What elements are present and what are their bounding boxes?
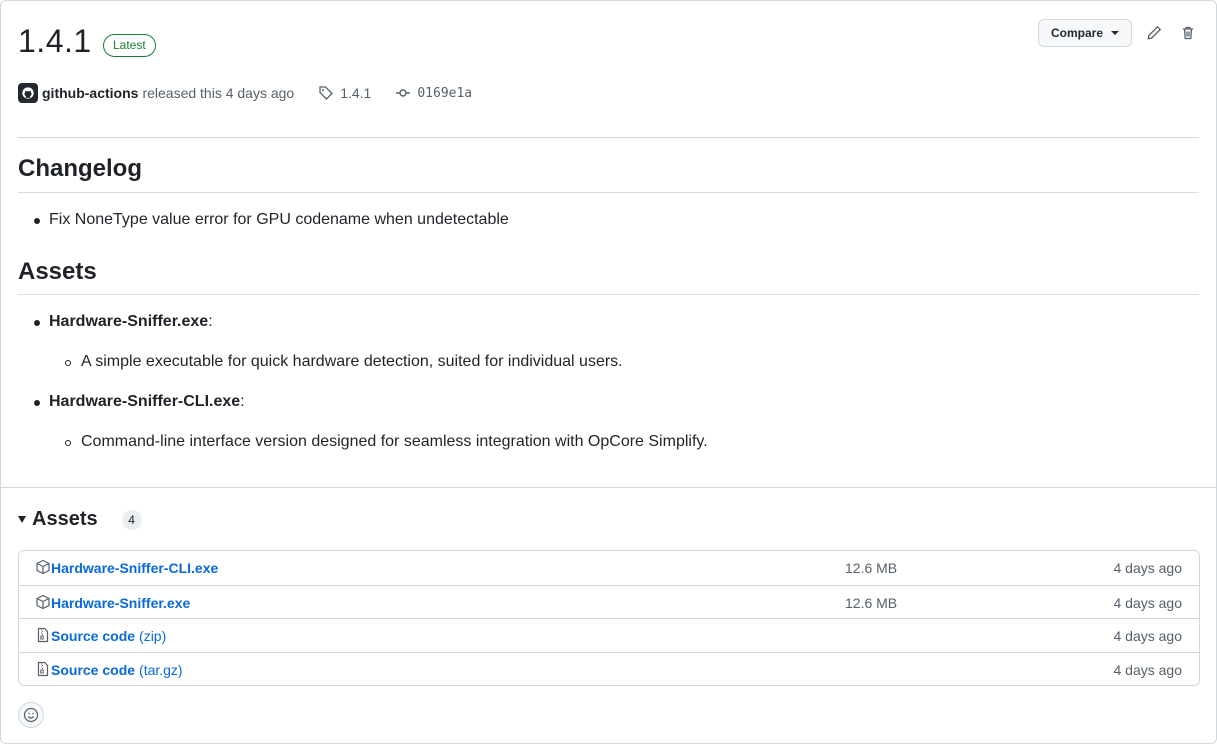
release-meta: github-actions released this 4 days ago … — [18, 83, 472, 103]
author-link[interactable]: github-actions — [42, 85, 138, 101]
github-icon — [22, 87, 34, 99]
asset-note-suffix: : — [240, 393, 245, 410]
sub-bullet — [65, 440, 71, 446]
release-title[interactable]: 1.4.1 — [18, 23, 92, 60]
asset-row: Hardware-Sniffer-CLI.exe 12.6 MB 4 days … — [19, 551, 1199, 585]
header-divider — [18, 137, 1199, 138]
changelog-item: Fix NoneType value error for GPU codenam… — [49, 211, 509, 228]
asset-name: Source code — [51, 628, 136, 644]
caret-down-icon — [1111, 31, 1119, 35]
asset-name: Source code — [51, 661, 136, 678]
asset-name: Hardware-Sniffer.exe — [51, 594, 191, 611]
assets-toggle[interactable]: Assets 4 — [18, 508, 142, 531]
asset-size: 12.6 MB — [845, 594, 898, 611]
assets-count-badge: 4 — [121, 509, 142, 530]
asset-note-desc: A simple executable for quick hardware d… — [81, 353, 623, 370]
file-zip-icon — [37, 627, 49, 643]
asset-date: 4 days ago — [1113, 661, 1183, 678]
compare-label: Compare — [1050, 26, 1103, 40]
bullet — [34, 400, 40, 406]
assets-notes-heading: Assets — [18, 258, 97, 285]
heading-rule — [18, 294, 1199, 295]
asset-link[interactable]: Source code (zip) — [51, 628, 166, 644]
git-commit-icon — [396, 89, 411, 97]
tag-link[interactable]: 1.4.1 — [318, 85, 371, 101]
assets-heading: Assets — [32, 508, 98, 530]
pencil-icon — [1147, 25, 1162, 40]
smiley-icon — [23, 707, 39, 723]
asset-note-name: Hardware-Sniffer.exe — [49, 313, 209, 330]
asset-date: 4 days ago — [1113, 594, 1183, 611]
heading-rule — [18, 192, 1199, 193]
package-icon — [36, 559, 50, 575]
asset-note-desc: Command-line interface version designed … — [81, 433, 708, 450]
trash-icon — [1183, 26, 1193, 40]
sub-bullet — [65, 360, 71, 366]
tag-label: 1.4.1 — [340, 85, 372, 101]
file-zip-icon — [37, 661, 49, 676]
release-card: 1.4.1 Latest Compare github-actions rele… — [0, 0, 1217, 744]
asset-ext: (zip) — [139, 628, 167, 644]
asset-note-item: Hardware-Sniffer-CLI.exe: — [49, 393, 245, 411]
release-actions: Compare — [1037, 19, 1200, 47]
asset-row: Source code (tar.gz) 4 days ago — [19, 651, 1199, 686]
asset-row: Hardware-Sniffer.exe 12.6 MB 4 days ago — [19, 584, 1199, 619]
delete-button[interactable] — [1176, 21, 1200, 45]
section-divider — [1, 487, 1216, 488]
add-reaction-button[interactable] — [18, 702, 44, 728]
edit-button[interactable] — [1142, 21, 1166, 45]
triangle-down-icon — [18, 516, 26, 523]
asset-note-item: Hardware-Sniffer.exe: — [49, 313, 213, 331]
release-header: 1.4.1 Latest Compare github-actions rele… — [1, 1, 1216, 487]
bullet — [34, 218, 40, 224]
avatar[interactable] — [18, 83, 38, 103]
asset-date: 4 days ago — [1113, 628, 1183, 644]
asset-date: 4 days ago — [1113, 560, 1183, 576]
released-text: released this 4 days ago — [142, 85, 295, 101]
asset-note-suffix: : — [208, 313, 213, 330]
latest-badge: Latest — [103, 34, 156, 57]
asset-name: Hardware-Sniffer-CLI.exe — [51, 560, 219, 576]
asset-note-name: Hardware-Sniffer-CLI.exe — [49, 393, 241, 410]
asset-row: Source code (zip) 4 days ago — [19, 618, 1199, 652]
asset-ext: (tar.gz) — [139, 661, 183, 678]
asset-link[interactable]: Source code (tar.gz) — [51, 662, 183, 678]
asset-link[interactable]: Hardware-Sniffer-CLI.exe — [51, 560, 222, 576]
commit-link[interactable]: 0169e1a — [395, 85, 472, 101]
assets-list: Hardware-Sniffer-CLI.exe 12.6 MB 4 days … — [18, 550, 1200, 686]
changelog-heading: Changelog — [18, 155, 142, 182]
compare-button[interactable]: Compare — [1037, 19, 1132, 47]
bullet — [34, 320, 40, 326]
tag-icon — [319, 86, 334, 100]
asset-size: 12.6 MB — [845, 560, 898, 576]
commit-sha: 0169e1a — [417, 85, 473, 101]
asset-link[interactable]: Hardware-Sniffer.exe — [51, 595, 194, 611]
package-icon — [36, 594, 50, 609]
